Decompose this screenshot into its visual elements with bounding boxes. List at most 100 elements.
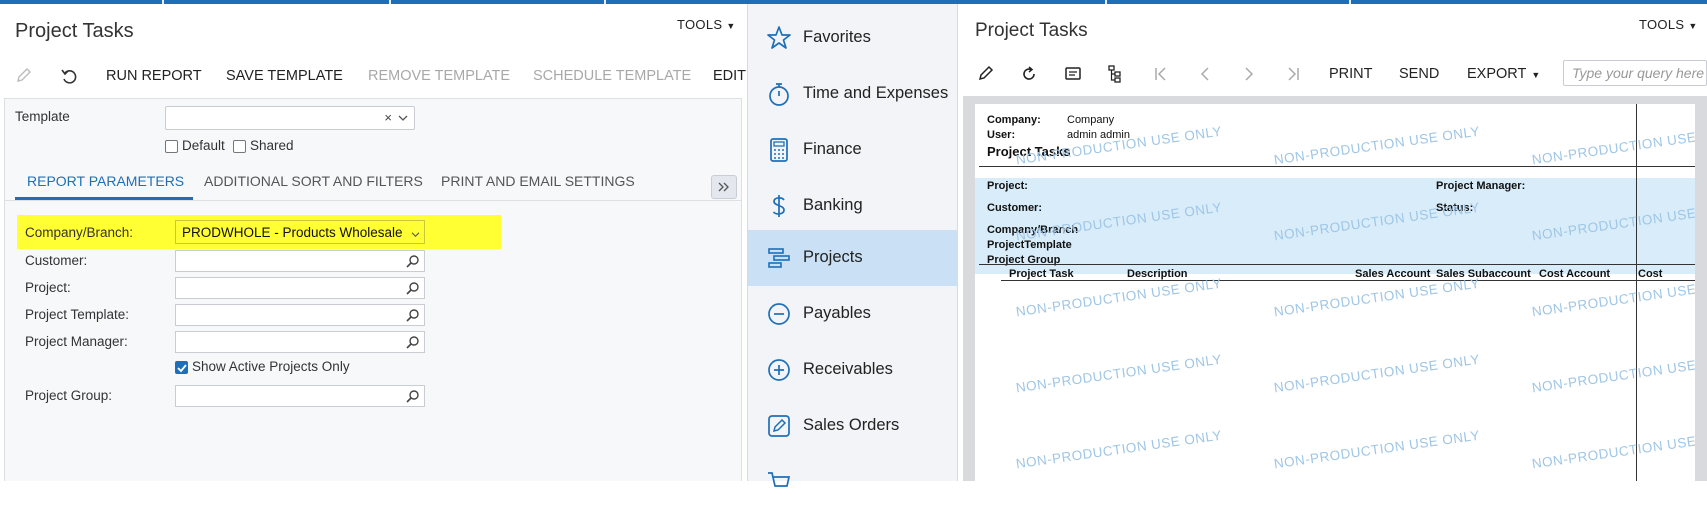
search-icon[interactable]	[406, 281, 420, 295]
search-icon[interactable]	[406, 335, 420, 349]
caret-down-icon: ▼	[1531, 70, 1541, 80]
column-description: Description	[1127, 268, 1188, 280]
tab-report-parameters[interactable]: REPORT PARAMETERS	[27, 173, 184, 189]
shared-checkbox[interactable]	[233, 140, 246, 153]
project-template-label: Project Template:	[25, 307, 130, 322]
send-button[interactable]: SEND	[1399, 66, 1439, 82]
first-page-icon[interactable]	[1151, 64, 1171, 84]
report-parameters-panel: Project Tasks TOOLS ▼ RUN REPORT SAVE TEM…	[0, 4, 747, 481]
nav-item-time-and-expenses[interactable]: Time and Expenses	[748, 66, 958, 122]
tab-additional-sort-filters[interactable]: ADDITIONAL SORT AND FILTERS	[204, 173, 423, 189]
company-branch-select[interactable]: PRODWHOLE - Products Wholesale	[175, 220, 425, 244]
pencil-icon[interactable]	[976, 64, 996, 84]
star-icon	[767, 26, 791, 49]
nav-item-payables[interactable]: Payables	[748, 286, 958, 342]
previous-page-icon[interactable]	[1195, 64, 1215, 84]
collapse-button[interactable]	[711, 175, 737, 199]
checkmark-icon	[177, 364, 187, 373]
print-button[interactable]: PRINT	[1329, 66, 1373, 82]
nav-item-favorites[interactable]: Favorites	[748, 10, 958, 66]
cart-icon	[768, 472, 791, 487]
nav-item-label: Receivables	[803, 360, 893, 378]
project-group-input[interactable]	[175, 385, 425, 407]
nav-item-receivables[interactable]: Receivables	[748, 342, 958, 398]
report-project-label: Project:	[987, 180, 1028, 192]
show-active-projects-label: Show Active Projects Only	[192, 359, 350, 374]
edit-button[interactable]: EDIT	[713, 68, 746, 84]
page-title: Project Tasks	[15, 20, 134, 42]
remove-template-button[interactable]: REMOVE TEMPLATE	[368, 68, 510, 84]
watermark: NON-PRODUCTION USE ONLY	[1530, 352, 1695, 396]
nav-item-label: Favorites	[803, 28, 871, 46]
report-page: Company: Company User: admin admin Proje…	[975, 104, 1695, 481]
report-header-bottom-line	[1001, 280, 1695, 281]
search-icon[interactable]	[406, 389, 420, 403]
save-template-button[interactable]: SAVE TEMPLATE	[226, 68, 343, 84]
nav-item-label: Payables	[803, 304, 871, 322]
nav-item-label: Finance	[803, 140, 862, 158]
tree-icon[interactable]	[1105, 64, 1125, 84]
template-select[interactable]: ×	[165, 106, 415, 130]
last-page-icon[interactable]	[1283, 64, 1303, 84]
tools-menu[interactable]: TOOLS ▼	[677, 17, 736, 32]
watermark: NON-PRODUCTION USE ONLY	[1014, 275, 1223, 320]
tab-divider	[5, 200, 741, 201]
company-branch-value: PRODWHOLE - Products Wholesale	[182, 225, 403, 240]
next-page-icon[interactable]	[1239, 64, 1259, 84]
parameters-form: Template × Default Shared REPORT PARAMET…	[4, 98, 742, 481]
project-group-label: Project Group:	[25, 388, 113, 403]
project-manager-label: Project Manager:	[25, 334, 128, 349]
gantt-icon	[768, 248, 790, 268]
customer-input[interactable]	[175, 250, 425, 272]
nav-item-label: Time and Expenses	[803, 84, 949, 102]
nav-item-cart-partial[interactable]	[748, 454, 958, 510]
nav-item-projects[interactable]: Projects	[748, 230, 958, 286]
search-icon[interactable]	[406, 308, 420, 322]
column-project-task: Project Task	[1009, 268, 1074, 280]
report-header-top-line	[979, 264, 1695, 265]
watermark: NON-PRODUCTION USE ONLY	[1014, 351, 1223, 396]
nav-item-label: Banking	[803, 196, 863, 214]
show-active-projects-checkbox[interactable]	[175, 361, 188, 374]
shared-label: Shared	[250, 138, 294, 153]
clear-icon[interactable]: ×	[384, 110, 392, 125]
toolbar: RUN REPORT SAVE TEMPLATE REMOVE TEMPLATE…	[0, 62, 747, 92]
nav-item-sales-orders[interactable]: Sales Orders	[748, 398, 958, 454]
chevron-down-icon[interactable]	[411, 231, 420, 238]
tools-menu[interactable]: TOOLS ▼	[1639, 17, 1698, 32]
default-label: Default	[182, 138, 225, 153]
undo-icon[interactable]	[59, 66, 79, 86]
company-branch-label: Company/Branch:	[25, 225, 134, 240]
tab-print-email-settings[interactable]: PRINT AND EMAIL SETTINGS	[441, 173, 635, 189]
query-search-input[interactable]: Type your query here	[1563, 60, 1707, 86]
export-button[interactable]: EXPORT ▼	[1467, 66, 1540, 82]
pdf-icon[interactable]	[1063, 64, 1083, 84]
watermark: NON-PRODUCTION USE ONLY	[1530, 124, 1695, 168]
project-input[interactable]	[175, 277, 425, 299]
nav-item-banking[interactable]: Banking	[748, 178, 958, 234]
export-label: EXPORT	[1467, 66, 1527, 82]
report-divider	[979, 166, 1695, 167]
caret-down-icon: ▼	[1688, 21, 1698, 31]
watermark: NON-PRODUCTION USE ONLY	[1272, 427, 1481, 472]
run-report-button[interactable]: RUN REPORT	[106, 68, 202, 84]
report-company-label: Company:	[987, 114, 1041, 126]
plus-circle-icon	[768, 359, 790, 381]
project-template-input[interactable]	[175, 304, 425, 326]
watermark: NON-PRODUCTION USE ONLY	[1530, 428, 1695, 472]
refresh-icon[interactable]	[1019, 64, 1039, 84]
nav-item-finance[interactable]: Finance	[748, 122, 958, 178]
customer-label: Customer:	[25, 253, 88, 268]
project-manager-input[interactable]	[175, 331, 425, 353]
module-navigation: Favorites Time and Expenses Finance Bank…	[747, 4, 958, 487]
edit-square-icon	[768, 415, 790, 437]
default-checkbox[interactable]	[165, 140, 178, 153]
watermark: NON-PRODUCTION USE ONLY	[1530, 276, 1695, 320]
search-icon[interactable]	[406, 254, 420, 268]
pencil-icon[interactable]	[14, 66, 34, 86]
chevron-down-icon[interactable]	[398, 114, 408, 122]
stopwatch-icon	[769, 83, 789, 106]
schedule-template-button[interactable]: SCHEDULE TEMPLATE	[533, 68, 691, 84]
watermark: NON-PRODUCTION USE ONLY	[1272, 123, 1481, 168]
project-label: Project:	[25, 280, 71, 295]
